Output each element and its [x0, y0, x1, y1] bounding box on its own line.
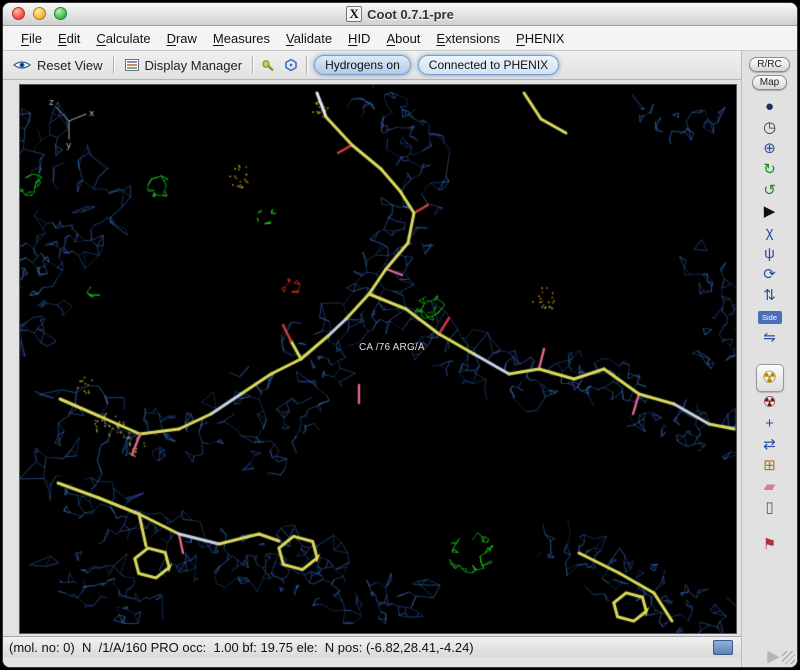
rigid-body-icon[interactable]: + [757, 413, 783, 434]
torsion-icon[interactable]: ↺ [757, 180, 783, 201]
add-terminal-residue-icon[interactable]: ⊞ [757, 455, 783, 476]
rotate-translate-icon[interactable]: ⇄ [757, 434, 783, 455]
regularize-zone-icon[interactable]: ☢ [757, 392, 783, 413]
rotate-zone-icon[interactable]: ↻ [757, 159, 783, 180]
rotamer-icon[interactable]: ⟳ [757, 264, 783, 285]
side-chain-icon[interactable]: Side [757, 306, 783, 327]
clock-icon[interactable]: ◷ [757, 117, 783, 138]
right-toolbar-bottom: ▶ [767, 649, 797, 667]
menu-file[interactable]: File [13, 29, 50, 48]
content-area: Reset View Display Manager Hydrogens on … [3, 51, 797, 667]
window-title-area: X Coot 0.7.1-pre [346, 6, 454, 22]
chi-angles-icon[interactable]: χ [757, 222, 783, 243]
eraser-icon[interactable]: ▰ [757, 476, 783, 497]
globe-icon[interactable]: ● [757, 96, 783, 117]
phi-psi-icon[interactable]: ψ [757, 243, 783, 264]
display-manager-button[interactable]: Display Manager [121, 56, 246, 75]
display-manager-icon [124, 58, 140, 72]
menu-about[interactable]: About [378, 29, 428, 48]
goto-ligand-icon[interactable] [283, 57, 299, 73]
menu-edit[interactable]: Edit [50, 29, 88, 48]
titlebar[interactable]: X Coot 0.7.1-pre [3, 3, 797, 26]
display-manager-label: Display Manager [144, 57, 243, 73]
close-button[interactable] [12, 7, 25, 20]
right-toolbar: R/RC Map ● ◷ ⊕ ↻ ↺ ▶ χ ψ ⟳ ⇅ Side ⇋ ☢ ☢ + ⇄ ⊞ ▰ ▯ ⚑ ▶ [741, 51, 797, 667]
status-text: (mol. no: 0) N /1/A/160 PRO occ: 1.00 bf… [9, 639, 474, 655]
real-space-refine-icon[interactable]: ☢ [755, 364, 784, 392]
menu-phenix[interactable]: PHENIX [508, 29, 572, 48]
minimize-button[interactable] [33, 7, 46, 20]
main-pane: Reset View Display Manager Hydrogens on … [3, 51, 741, 667]
status-scale-widget[interactable] [713, 639, 733, 655]
menu-measures[interactable]: Measures [205, 29, 278, 48]
hydrogens-toggle-button[interactable]: Hydrogens on [314, 55, 411, 75]
menu-calculate[interactable]: Calculate [88, 29, 158, 48]
window-controls [12, 7, 67, 20]
menu-draw[interactable]: Draw [159, 29, 205, 48]
console-play-icon[interactable]: ▶ [767, 649, 779, 664]
eye-icon [12, 58, 32, 72]
trash-icon[interactable]: ▯ [757, 497, 783, 518]
bottom-filler [3, 657, 741, 667]
rrc-button[interactable]: R/RC [749, 57, 790, 72]
icon-stack: ● ◷ ⊕ ↻ ↺ ▶ χ ψ ⟳ ⇅ Side ⇋ ☢ ☢ + ⇄ ⊞ ▰ ▯ ⚑ [755, 96, 784, 555]
coot-window: X Coot 0.7.1-pre File Edit Calculate Draw Me… [2, 2, 798, 668]
menu-hid[interactable]: HID [340, 29, 378, 48]
menu-extensions[interactable]: Extensions [428, 29, 508, 48]
zoom-button[interactable] [54, 7, 67, 20]
reset-view-button[interactable]: Reset View [9, 56, 106, 75]
goto-atom-icon[interactable] [260, 57, 276, 73]
toolbar-separator [252, 56, 254, 74]
center-atom-icon[interactable]: ⊕ [757, 138, 783, 159]
flag-icon[interactable]: ⚑ [757, 534, 783, 555]
toolbar: Reset View Display Manager Hydrogens on … [3, 51, 741, 80]
flip-peptide-icon[interactable]: ⇅ [757, 285, 783, 306]
resize-grip[interactable] [782, 651, 795, 664]
x11-icon: X [346, 6, 363, 22]
menubar: File Edit Calculate Draw Measures Validate HID… [3, 26, 797, 51]
reset-view-label: Reset View [37, 57, 103, 73]
play-icon[interactable]: ▶ [757, 201, 783, 222]
gl-viewport[interactable]: CA /76 ARG/A [3, 80, 741, 636]
window-title: Coot 0.7.1-pre [367, 6, 454, 22]
phenix-status-button[interactable]: Connected to PHENIX [417, 55, 560, 75]
menu-validate[interactable]: Validate [278, 29, 340, 48]
molecular-canvas[interactable] [19, 84, 737, 634]
jed-flip-icon[interactable]: ⇋ [757, 327, 783, 348]
toolbar-separator [306, 56, 308, 74]
map-button[interactable]: Map [751, 75, 788, 90]
toolbar-separator [112, 56, 114, 74]
statusbar: (mol. no: 0) N /1/A/160 PRO occ: 1.00 bf… [3, 636, 741, 657]
